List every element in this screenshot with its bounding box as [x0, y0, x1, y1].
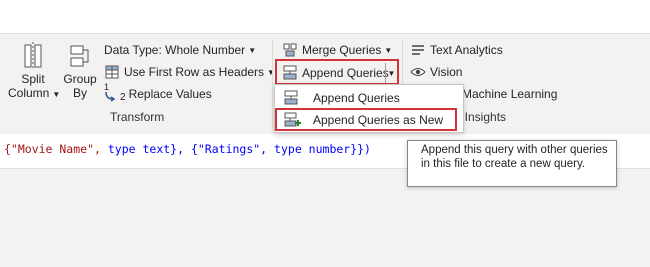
split-column-label-2: Column: [8, 86, 50, 100]
merge-queries-label: Merge Queries: [302, 43, 382, 57]
split-column-icon: [24, 42, 42, 70]
use-first-row-button[interactable]: Use First Row as Headers ▼: [104, 62, 275, 82]
text-analytics-button[interactable]: Text Analytics: [410, 40, 503, 60]
append-as-new-highlight: [275, 108, 457, 131]
data-type-button[interactable]: Data Type: Whole Number ▼: [104, 40, 256, 60]
append-queries-icon: [283, 90, 301, 106]
chevron-down-icon: ▼: [267, 67, 275, 77]
tooltip: Append this query with other queries in …: [407, 140, 617, 187]
machine-learning-label: Machine Learning: [462, 87, 558, 101]
menu-item-append-queries[interactable]: Append Queries: [275, 87, 463, 108]
data-type-label: Data Type: Whole Number: [104, 43, 246, 57]
split-column-button[interactable]: Split Column ▼: [8, 42, 61, 102]
formula-keyword-type: type: [107, 142, 136, 156]
eye-icon: [410, 64, 426, 80]
chevron-down-icon: ▼: [384, 45, 393, 55]
merge-queries-button[interactable]: Merge Queries ▼: [282, 40, 392, 60]
replace-values-button[interactable]: 1 2 Replace Values: [104, 82, 212, 104]
replace-values-icon: 1: [104, 82, 120, 102]
text-analytics-icon: [410, 42, 426, 58]
formula-part-3: text}, {"Ratings",: [135, 142, 275, 156]
tooltip-text: Append this query with other queries in …: [421, 144, 608, 170]
text-analytics-label: Text Analytics: [430, 43, 503, 57]
group-by-label-2: By: [72, 86, 87, 100]
chevron-down-icon: ▼: [248, 45, 257, 55]
vision-button[interactable]: Vision: [410, 62, 462, 82]
append-queries-menu: Append Queries Append Queries as New: [274, 84, 464, 133]
group-by-label-1: Group: [63, 72, 97, 86]
formula-text: {"Movie Name", type text}, {"Ratings", t…: [4, 142, 371, 156]
transform-group-label: Transform: [110, 110, 165, 124]
formula-part-5: number}}): [301, 142, 371, 156]
formula-keyword-type: type: [274, 142, 302, 156]
machine-learning-button[interactable]: Machine Learning: [462, 84, 557, 104]
append-queries-highlight: [275, 59, 399, 85]
use-first-row-label: Use First Row as Headers: [124, 65, 265, 79]
divider: [272, 40, 273, 128]
replace-values-label: Replace Values: [128, 87, 212, 101]
group-by-button[interactable]: Group By: [62, 42, 98, 100]
group-by-icon: [70, 45, 89, 67]
formula-part-1: {"Movie Name",: [4, 142, 108, 156]
replace-values-sub-2: 2: [120, 91, 126, 103]
merge-queries-icon: [282, 42, 298, 58]
vision-label: Vision: [430, 65, 463, 79]
table-header-icon: [104, 64, 120, 80]
top-strip: [0, 0, 650, 33]
chevron-down-icon: ▼: [52, 90, 61, 99]
split-column-label-1: Split: [21, 72, 45, 86]
menu-item-label: Append Queries: [313, 90, 400, 105]
